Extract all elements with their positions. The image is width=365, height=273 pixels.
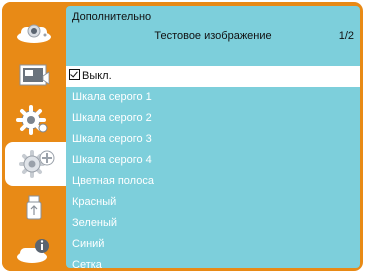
option-grayscale-4[interactable]: Шкала серого 4 [66,150,360,171]
menu-frame: Дополнительно Тестовое изображение 1/2 В… [2,2,363,271]
option-label: Красный [72,196,117,208]
option-label: Синий [72,238,105,250]
option-label: Выкл. [82,70,112,82]
option-label: Шкала серого 3 [72,133,152,145]
checkbox-checked-icon [69,69,80,80]
sidebar-item-advanced[interactable] [5,142,69,186]
submenu-header: Тестовое изображение 1/2 [66,28,360,46]
option-label: Шкала серого 2 [72,112,152,124]
option-grayscale-3[interactable]: Шкала серого 3 [66,129,360,150]
option-color-bar[interactable]: Цветная полоса [66,171,360,192]
option-off[interactable]: Выкл. [66,66,360,87]
option-grayscale-2[interactable]: Шкала серого 2 [66,108,360,129]
menu-title: Дополнительно [72,11,152,23]
projection-mode-icon [16,62,52,90]
information-icon [15,237,53,267]
page-indicator: 1/2 [338,30,354,42]
option-blue[interactable]: Синий [66,234,360,255]
submenu-title: Тестовое изображение [154,30,272,42]
option-grayscale-1[interactable]: Шкала серого 1 [66,87,360,108]
option-grid[interactable]: Сетка [66,255,360,268]
display-settings-icon [15,19,53,45]
sidebar-item-projection[interactable] [2,54,66,98]
option-label: Шкала серого 1 [72,91,152,103]
projector-osd: Дополнительно Тестовое изображение 1/2 В… [0,0,365,273]
sidebar-item-setting[interactable] [2,98,66,142]
option-label: Зеленый [72,217,118,229]
icon-sidebar [2,2,69,271]
sidebar-item-display[interactable] [2,10,66,54]
option-label: Цветная полоса [72,175,154,187]
settings-gear-icon [16,105,52,135]
option-red[interactable]: Красный [66,192,360,213]
advanced-settings-icon [17,148,57,180]
sidebar-item-usb[interactable] [2,186,66,230]
sidebar-item-information[interactable] [2,230,66,271]
test-pattern-menu-panel: Дополнительно Тестовое изображение 1/2 В… [66,6,360,268]
option-green[interactable]: Зеленый [66,213,360,234]
option-label: Шкала серого 4 [72,154,152,166]
usb-icon [19,193,49,223]
option-label: Сетка [72,259,102,268]
